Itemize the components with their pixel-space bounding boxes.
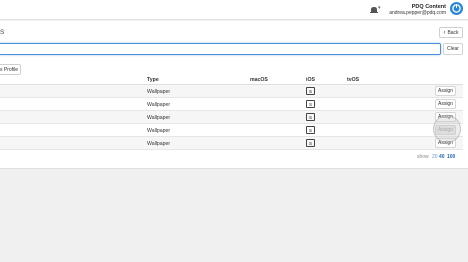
back-label: Back bbox=[447, 29, 459, 36]
top-bar: ▾ PDQ Content andrea.pepper@pdq.com bbox=[0, 0, 468, 20]
assign-button[interactable]: Assign bbox=[435, 86, 456, 96]
assign-button[interactable]: Assign bbox=[435, 99, 456, 109]
main-panel: S ‹ Back Clear s Profile Type macOS iOS … bbox=[0, 21, 468, 169]
table-row[interactable]: Wallpaper S Assign bbox=[0, 124, 463, 137]
type-cell: Wallpaper bbox=[147, 141, 171, 147]
assign-button[interactable]: Assign bbox=[435, 125, 456, 135]
back-button[interactable]: ‹ Back bbox=[439, 27, 463, 38]
column-header-macos[interactable]: macOS bbox=[250, 77, 268, 83]
table-row[interactable]: Wallpaper S Assign bbox=[0, 111, 463, 124]
table-row[interactable]: Wallpaper S Assign bbox=[0, 98, 463, 111]
ios-badge: S bbox=[306, 113, 315, 121]
ios-badge: S bbox=[306, 87, 315, 95]
type-cell: Wallpaper bbox=[147, 115, 171, 121]
assign-button[interactable]: Assign bbox=[435, 112, 456, 122]
ios-badge: S bbox=[306, 100, 315, 108]
page-size-40[interactable]: 40 bbox=[439, 154, 445, 160]
ios-badge: S bbox=[306, 126, 315, 134]
ios-badge: S bbox=[306, 139, 315, 147]
chevron-left-icon: ‹ bbox=[443, 29, 446, 36]
search-input[interactable] bbox=[0, 43, 441, 55]
assign-button[interactable]: Assign bbox=[435, 138, 456, 148]
type-cell: Wallpaper bbox=[147, 102, 171, 108]
user-email: andrea.pepper@pdq.com bbox=[389, 10, 446, 16]
page-title: S bbox=[0, 29, 5, 36]
table-row[interactable]: Wallpaper S Assign bbox=[0, 85, 463, 98]
page-size-20[interactable]: 20 bbox=[432, 154, 438, 160]
column-header-tvos[interactable]: tvOS bbox=[347, 77, 359, 83]
power-icon[interactable] bbox=[450, 2, 463, 15]
chevron-down-icon[interactable]: ▾ bbox=[378, 5, 381, 11]
column-header-ios[interactable]: iOS bbox=[306, 77, 315, 83]
profile-button[interactable]: s Profile bbox=[0, 64, 21, 75]
table-row[interactable]: Wallpaper S Assign bbox=[0, 137, 463, 150]
pagination-show-label: show bbox=[417, 154, 429, 160]
type-cell: Wallpaper bbox=[147, 128, 171, 134]
column-header-type[interactable]: Type bbox=[147, 77, 159, 83]
type-cell: Wallpaper bbox=[147, 89, 171, 95]
page-size-100[interactable]: 100 bbox=[447, 154, 455, 160]
clear-button[interactable]: Clear bbox=[443, 43, 463, 55]
